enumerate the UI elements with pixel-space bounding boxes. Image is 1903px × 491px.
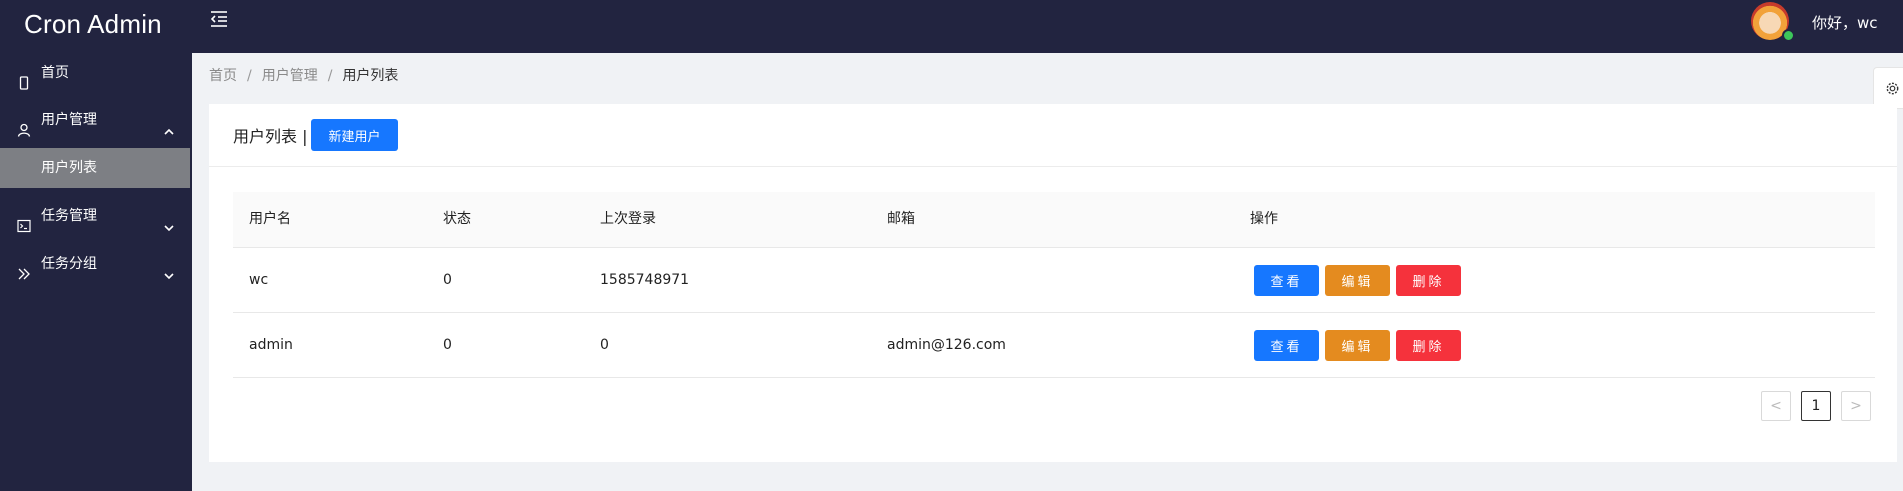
chevron-down-icon xyxy=(163,258,175,280)
column-header-actions: 操作 xyxy=(1250,211,1278,227)
cell-last-login: 1585748971 xyxy=(600,272,690,288)
column-header-last-login: 上次登录 xyxy=(600,211,656,227)
terminal-icon xyxy=(17,209,31,233)
view-button[interactable]: 查看 xyxy=(1254,265,1319,296)
sidebar-item-home[interactable]: 首页 xyxy=(0,53,192,93)
sidebar-item-user-management[interactable]: 用户管理 xyxy=(0,100,192,140)
sidebar-item-label: 任务管理 xyxy=(41,208,97,224)
top-bar: Cron Admin 你好，wc xyxy=(0,0,1903,53)
user-icon xyxy=(17,113,31,137)
user-greeting[interactable]: 你好，wc xyxy=(1812,12,1878,33)
gear-icon xyxy=(1885,81,1900,100)
column-header-email: 邮箱 xyxy=(887,211,915,227)
cell-username: admin xyxy=(249,337,293,353)
menu-fold-icon[interactable] xyxy=(208,8,230,30)
breadcrumb: 首页 / 用户管理 / 用户列表 xyxy=(209,68,399,84)
chevron-up-icon xyxy=(163,114,175,135)
table-row: wc 0 1585748971 查看 编辑 删除 xyxy=(233,248,1875,313)
breadcrumb-home[interactable]: 首页 xyxy=(209,68,237,84)
sidebar-item-label: 任务分组 xyxy=(41,256,97,272)
cell-email: admin@126.com xyxy=(887,337,1006,353)
cell-status: 0 xyxy=(443,337,452,353)
breadcrumb-current: 用户列表 xyxy=(342,68,399,84)
sidebar: 首页 用户管理 用户列表 任务管理 任务分组 xyxy=(0,53,192,491)
pagination-page-current[interactable]: 1 xyxy=(1801,391,1831,421)
table-row: admin 0 0 admin@126.com 查看 编辑 删除 xyxy=(233,313,1875,378)
card-header: 用户列表 | 新建用户 xyxy=(209,104,1897,167)
double-right-icon xyxy=(17,257,31,280)
page-title: 用户列表 | xyxy=(233,127,308,146)
sidebar-item-task-management[interactable]: 任务管理 xyxy=(0,196,192,236)
sidebar-item-label: 用户管理 xyxy=(41,112,97,128)
edit-button[interactable]: 编辑 xyxy=(1325,265,1390,296)
view-button[interactable]: 查看 xyxy=(1254,330,1319,361)
sidebar-subitem-label: 用户列表 xyxy=(41,160,97,176)
cell-last-login: 0 xyxy=(600,337,609,353)
delete-button[interactable]: 删除 xyxy=(1396,265,1461,296)
breadcrumb-user-management[interactable]: 用户管理 xyxy=(262,68,318,84)
online-status-dot xyxy=(1782,29,1795,42)
column-header-username: 用户名 xyxy=(249,211,291,227)
pagination-prev[interactable]: < xyxy=(1761,391,1791,421)
sidebar-item-label: 首页 xyxy=(41,65,69,81)
user-list-card: 用户列表 | 新建用户 用户名 状态 上次登录 邮箱 操作 wc 0 15857… xyxy=(209,104,1897,462)
column-header-status: 状态 xyxy=(443,211,471,227)
mobile-icon xyxy=(17,66,31,90)
table-header: 用户名 状态 上次登录 邮箱 操作 xyxy=(233,192,1875,248)
settings-drawer-handle[interactable] xyxy=(1873,67,1903,109)
edit-button[interactable]: 编辑 xyxy=(1325,330,1390,361)
chevron-down-icon xyxy=(163,210,175,232)
sidebar-item-task-group[interactable]: 任务分组 xyxy=(0,244,192,284)
delete-button[interactable]: 删除 xyxy=(1396,330,1461,361)
pagination-next[interactable]: > xyxy=(1841,391,1871,421)
cell-username: wc xyxy=(249,272,269,288)
brand-logo: Cron Admin xyxy=(24,9,162,39)
cell-status: 0 xyxy=(443,272,452,288)
sidebar-item-user-list[interactable]: 用户列表 xyxy=(0,148,190,188)
new-user-button[interactable]: 新建用户 xyxy=(311,119,398,151)
